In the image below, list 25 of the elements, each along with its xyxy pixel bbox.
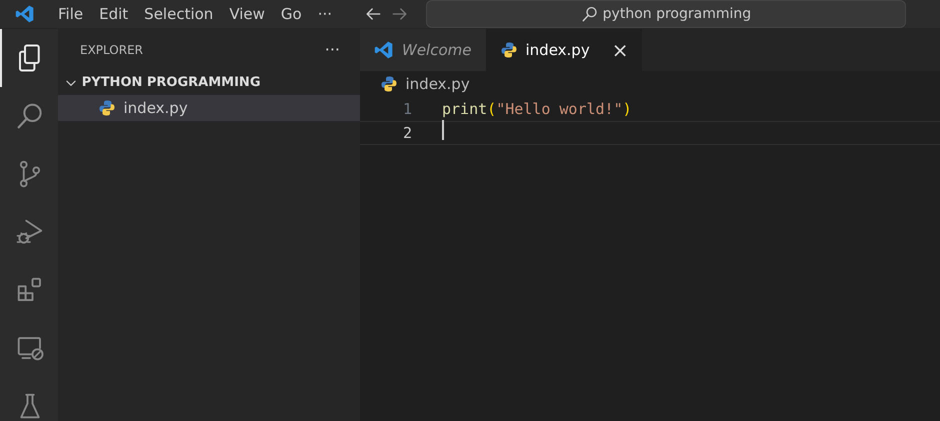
- python-icon: [98, 99, 116, 117]
- more-actions-button[interactable]: ···: [324, 38, 340, 62]
- line-number: 1: [402, 98, 412, 120]
- menu-item[interactable]: File: [50, 2, 92, 26]
- menu-item[interactable]: Edit: [91, 2, 136, 26]
- code-editor-logo-icon: [374, 40, 394, 60]
- command-search-bar[interactable]: python programming: [426, 0, 906, 28]
- close-icon[interactable]: ×: [612, 35, 628, 65]
- sidebar-title: EXPLORER: [80, 42, 143, 59]
- code-line: print("Hello world!"): [441, 98, 632, 120]
- breadcrumb-item[interactable]: index.py: [406, 72, 470, 96]
- explorer-tree-entry[interactable]: index.py: [58, 95, 360, 121]
- editor-tab[interactable]: Welcome: [360, 29, 486, 71]
- line-number: 2: [402, 122, 412, 144]
- folder-item[interactable]: PYTHON PROGRAMMING: [58, 71, 360, 95]
- menu-item[interactable]: Go: [272, 2, 310, 26]
- text-cursor: [442, 120, 444, 140]
- editor-tab[interactable]: index.py ×: [486, 29, 642, 71]
- python-icon: [380, 75, 398, 93]
- python-icon: [500, 41, 518, 59]
- search-icon: [580, 5, 599, 23]
- menu-item[interactable]: View: [221, 2, 273, 26]
- menu-item[interactable]: ···: [310, 2, 340, 26]
- menu-item[interactable]: Selection: [136, 2, 222, 26]
- code-editor-logo-icon: [15, 4, 35, 24]
